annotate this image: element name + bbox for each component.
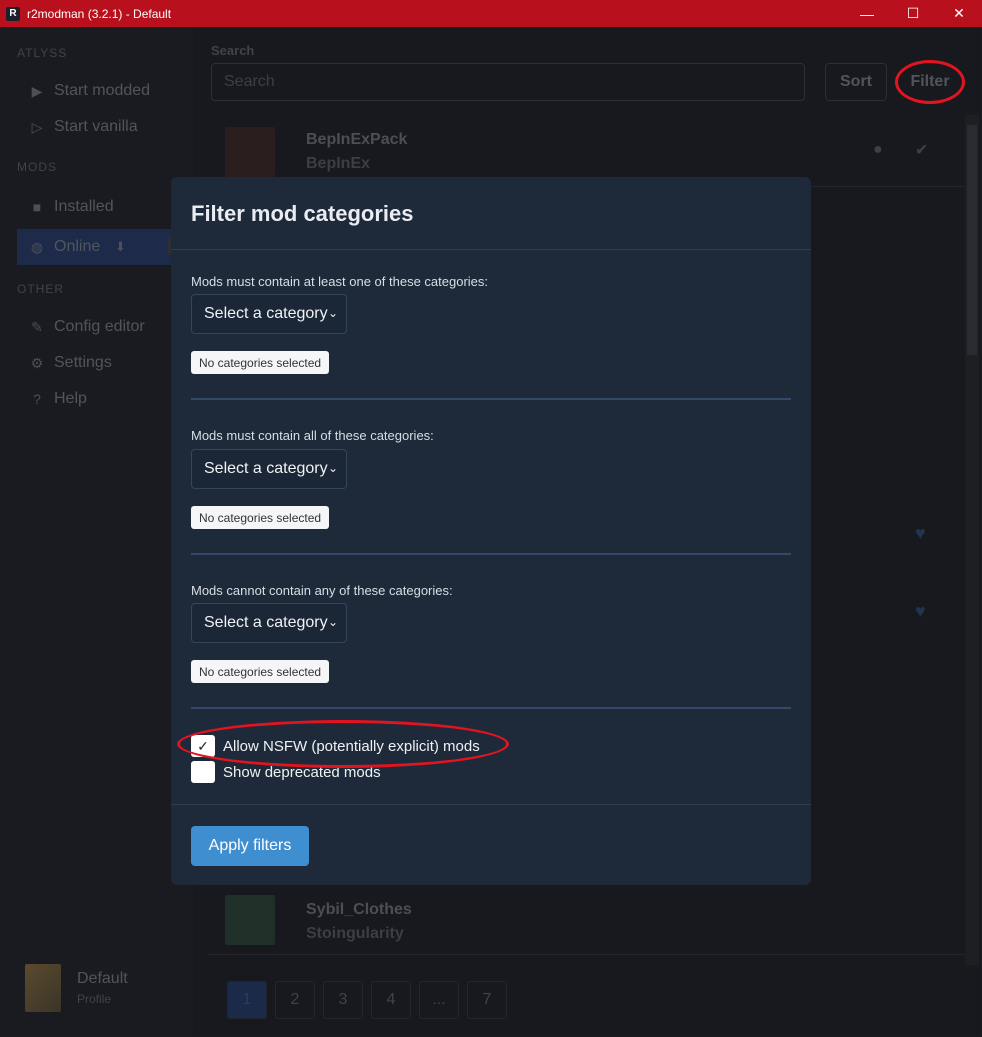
sidebar-item-online[interactable]: ◍ Online ⬇ 27 [17, 229, 193, 265]
question-circle-icon: ? [33, 391, 41, 407]
section-divider [191, 398, 791, 400]
filter-none-tag: No categories selected [191, 660, 330, 683]
mod-author: BepInEx [306, 155, 371, 172]
scrollbar[interactable] [965, 115, 979, 965]
deprecated-checkbox[interactable] [191, 761, 215, 783]
gear-icon: ⚙ [30, 354, 44, 371]
pagination: 1 2 3 4 ... 7 [227, 981, 507, 1019]
globe-icon: ◍ [30, 238, 44, 255]
modal-header-divider [171, 249, 811, 250]
sidebar-item-start-modded[interactable]: ▶ Start modded [1, 73, 150, 109]
scrollbar-thumb[interactable] [967, 125, 977, 355]
section-divider [191, 553, 791, 555]
download-icon: ⬇ [115, 239, 126, 254]
edit-icon: ✎ [31, 318, 43, 335]
filter-all-label: Mods must contain all of these categorie… [191, 428, 434, 443]
sidebar-item-label: Start modded [54, 82, 151, 99]
sidebar-item-config-editor[interactable]: ✎ Config editor [1, 309, 145, 345]
sidebar-item-label: Config editor [54, 318, 145, 335]
mod-thumbnail [225, 895, 275, 945]
modal-title: Filter mod categories [191, 201, 414, 226]
sidebar: ATLYSS ▶ Start modded ▷ Start vanilla MO… [1, 27, 193, 1036]
folder-icon: ■ [32, 199, 42, 215]
profile-text: Default Profile [77, 970, 128, 1006]
play-circle-icon: ▷ [31, 118, 43, 135]
select-value: Select a category [204, 614, 328, 631]
filter-any-tag: No categories selected [191, 351, 330, 374]
profile-name: Default [77, 970, 128, 987]
heart-icon[interactable]: ♥ [915, 601, 926, 622]
page-button[interactable]: ... [419, 981, 459, 1019]
modal-footer-divider [171, 804, 811, 805]
search-label: Search [211, 43, 255, 58]
filter-all-select[interactable]: Select a category ⌄ [191, 449, 347, 489]
check-icon[interactable]: ✔ [915, 140, 928, 160]
window-controls: — ☐ ✕ [844, 0, 982, 27]
apply-filters-button[interactable]: Apply filters [191, 826, 309, 866]
chevron-down-icon: ⌄ [327, 461, 338, 475]
title-bar: R r2modman (3.2.1) - Default — ☐ ✕ [0, 0, 982, 27]
page-button[interactable]: 1 [227, 981, 267, 1019]
select-value: Select a category [204, 305, 328, 322]
page-button[interactable]: 3 [323, 981, 363, 1019]
filter-all-tag: No categories selected [191, 506, 330, 529]
sidebar-item-label: Settings [54, 354, 112, 371]
profile-subtitle: Profile [77, 992, 112, 1006]
sort-button[interactable]: Sort [825, 63, 887, 101]
filter-none-label: Mods cannot contain any of these categor… [191, 583, 453, 598]
avatar [25, 964, 61, 1012]
maximize-button[interactable]: ☐ [890, 0, 936, 27]
minimize-button[interactable]: — [844, 0, 890, 27]
window-title: r2modman (3.2.1) - Default [27, 6, 172, 21]
search-input[interactable]: Search [211, 63, 805, 101]
filter-any-label: Mods must contain at least one of these … [191, 274, 489, 289]
sidebar-item-help[interactable]: ? Help [1, 381, 87, 417]
profile-switcher[interactable]: Default Profile [25, 964, 128, 1012]
filter-modal: Filter mod categories Mods must contain … [171, 177, 811, 885]
sidebar-item-label: Start vanilla [54, 118, 138, 135]
chevron-down-icon: ⌄ [327, 615, 338, 629]
page-button[interactable]: 4 [371, 981, 411, 1019]
sidebar-section-other: OTHER [17, 282, 64, 296]
sidebar-item-installed[interactable]: ■ Installed [1, 189, 114, 225]
pin-icon[interactable]: ● [873, 141, 883, 159]
annotation-circle-filter [895, 60, 965, 104]
filter-any-select[interactable]: Select a category ⌄ [191, 294, 347, 334]
section-divider [191, 707, 791, 709]
filter-none-select[interactable]: Select a category ⌄ [191, 603, 347, 643]
list-item[interactable]: Sybil_Clothes Stoingularity [209, 885, 965, 955]
page-button[interactable]: 2 [275, 981, 315, 1019]
sidebar-item-label: Online [54, 238, 101, 255]
sidebar-section-game: ATLYSS [17, 46, 68, 60]
mod-name: BepInExPack [306, 131, 408, 148]
close-button[interactable]: ✕ [936, 0, 982, 27]
page-button[interactable]: 7 [467, 981, 507, 1019]
play-circle-icon: ▶ [31, 82, 43, 99]
mod-name: Sybil_Clothes [306, 901, 412, 918]
mod-thumbnail [225, 127, 275, 177]
annotation-circle-nsfw [177, 720, 509, 768]
sidebar-item-start-vanilla[interactable]: ▷ Start vanilla [1, 109, 138, 145]
heart-icon[interactable]: ♥ [915, 523, 926, 544]
chevron-down-icon: ⌄ [327, 306, 338, 320]
sidebar-item-label: Help [54, 390, 87, 407]
app-logo-icon: R [6, 6, 20, 21]
sidebar-item-settings[interactable]: ⚙ Settings [1, 345, 112, 381]
select-value: Select a category [204, 460, 328, 477]
sidebar-item-label: Installed [54, 198, 114, 215]
mod-author: Stoingularity [306, 925, 404, 942]
sidebar-section-mods: MODS [17, 160, 57, 174]
